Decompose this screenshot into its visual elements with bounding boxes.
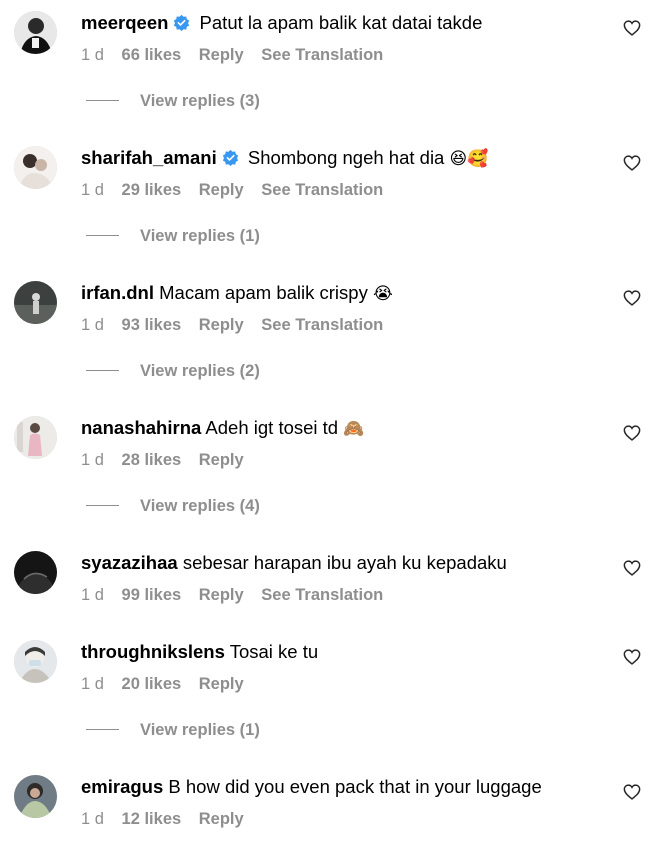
see-translation-button[interactable]: See Translation: [261, 586, 383, 604]
comment-emoji: 😭: [372, 284, 393, 304]
comment-text-line: emiragus B how did you even pack that in…: [81, 775, 542, 799]
comment-username[interactable]: irfan.dnl: [81, 282, 154, 303]
comment-meta: 1 d 12 likes Reply: [81, 809, 257, 829]
replies-divider: [86, 505, 119, 506]
comment-username[interactable]: syazazihaa: [81, 552, 178, 573]
comment-time: 1 d: [81, 46, 104, 64]
comment-text-line: sharifah_amani Shombong ngeh hat dia 😆🥰: [81, 146, 488, 171]
avatar[interactable]: [14, 11, 57, 54]
view-replies-button[interactable]: View replies (1): [86, 721, 260, 741]
likes-count[interactable]: 29 likes: [122, 181, 182, 199]
view-replies-label: View replies (1): [140, 721, 260, 739]
heart-icon[interactable]: [623, 290, 641, 306]
comment-text-line: syazazihaa sebesar harapan ibu ayah ku k…: [81, 551, 507, 575]
comment-body: Shombong ngeh hat dia: [247, 147, 445, 168]
comment-emoji: 🙈: [343, 419, 365, 439]
reply-button[interactable]: Reply: [199, 451, 244, 469]
likes-count[interactable]: 28 likes: [122, 451, 182, 469]
comment-time: 1 d: [81, 451, 104, 469]
comment-time: 1 d: [81, 675, 104, 693]
reply-button[interactable]: Reply: [199, 586, 244, 604]
heart-icon[interactable]: [623, 784, 641, 800]
comment-text-line: irfan.dnl Macam apam balik crispy 😭: [81, 281, 393, 306]
comment-username[interactable]: emiragus: [81, 776, 163, 797]
comment-time: 1 d: [81, 181, 104, 199]
reply-button[interactable]: Reply: [199, 181, 244, 199]
view-replies-button[interactable]: View replies (1): [86, 227, 260, 247]
verified-badge-icon: [173, 14, 190, 31]
avatar[interactable]: [14, 146, 57, 189]
replies-divider: [86, 370, 119, 371]
heart-icon[interactable]: [623, 425, 641, 441]
reply-button[interactable]: Reply: [199, 675, 244, 693]
likes-count[interactable]: 20 likes: [122, 675, 182, 693]
avatar[interactable]: [14, 416, 57, 459]
comment-time: 1 d: [81, 810, 104, 828]
avatar[interactable]: [14, 640, 57, 683]
comment-time: 1 d: [81, 316, 104, 334]
likes-count[interactable]: 12 likes: [122, 810, 182, 828]
avatar[interactable]: [14, 281, 57, 324]
view-replies-button[interactable]: View replies (2): [86, 362, 260, 382]
likes-count[interactable]: 66 likes: [122, 46, 182, 64]
comment-username[interactable]: meerqeen: [81, 12, 168, 33]
see-translation-button[interactable]: See Translation: [261, 181, 383, 199]
comment-emoji: 😆🥰: [449, 149, 489, 169]
comment-meta: 1 d 66 likes Reply See Translation: [81, 45, 396, 65]
view-replies-label: View replies (1): [140, 227, 260, 245]
replies-divider: [86, 235, 119, 236]
view-replies-label: View replies (4): [140, 497, 260, 515]
comment-body: B how did you even pack that in your lug…: [168, 776, 542, 797]
comment-meta: 1 d 93 likes Reply See Translation: [81, 315, 396, 335]
see-translation-button[interactable]: See Translation: [261, 316, 383, 334]
verified-badge-icon: [222, 149, 239, 166]
comment-body: Patut la apam balik kat datai takde: [199, 12, 483, 33]
heart-icon[interactable]: [623, 155, 641, 171]
see-translation-button[interactable]: See Translation: [261, 46, 383, 64]
heart-icon[interactable]: [623, 649, 641, 665]
reply-button[interactable]: Reply: [199, 316, 244, 334]
reply-button[interactable]: Reply: [199, 46, 244, 64]
replies-divider: [86, 100, 119, 101]
comment-meta: 1 d 99 likes Reply See Translation: [81, 585, 396, 605]
view-replies-label: View replies (3): [140, 92, 260, 110]
comment-text-line: throughnikslens Tosai ke tu: [81, 640, 318, 664]
view-replies-label: View replies (2): [140, 362, 260, 380]
view-replies-button[interactable]: View replies (3): [86, 92, 260, 112]
replies-divider: [86, 729, 119, 730]
heart-icon[interactable]: [623, 560, 641, 576]
comment-username[interactable]: nanashahirna: [81, 417, 201, 438]
comment-body: Macam apam balik crispy: [159, 282, 368, 303]
avatar[interactable]: [14, 775, 57, 818]
comment-body: sebesar harapan ibu ayah ku kepadaku: [182, 552, 507, 573]
view-replies-button[interactable]: View replies (4): [86, 497, 260, 517]
comment-meta: 1 d 20 likes Reply: [81, 674, 257, 694]
likes-count[interactable]: 99 likes: [122, 586, 182, 604]
comment-body: Adeh igt tosei td: [205, 417, 339, 438]
heart-icon[interactable]: [623, 20, 641, 36]
comment-body: Tosai ke tu: [229, 641, 319, 662]
comment-meta: 1 d 28 likes Reply: [81, 450, 257, 470]
comment-meta: 1 d 29 likes Reply See Translation: [81, 180, 396, 200]
likes-count[interactable]: 93 likes: [122, 316, 182, 334]
comment-text-line: nanashahirna Adeh igt tosei td 🙈: [81, 416, 364, 441]
comment-time: 1 d: [81, 586, 104, 604]
avatar[interactable]: [14, 551, 57, 594]
reply-button[interactable]: Reply: [199, 810, 244, 828]
comment-username[interactable]: sharifah_amani: [81, 147, 217, 168]
comment-username[interactable]: throughnikslens: [81, 641, 225, 662]
comment-text-line: meerqeen Patut la apam balik kat datai t…: [81, 11, 482, 35]
